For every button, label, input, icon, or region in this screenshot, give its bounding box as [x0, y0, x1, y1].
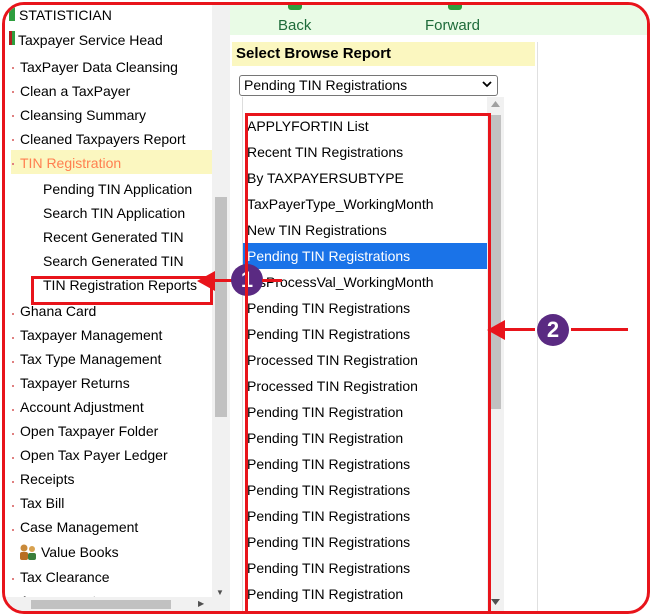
- bullet-icon: [12, 505, 14, 507]
- sidebar-item-taxpayer-service-head[interactable]: Taxpayer Service Head: [18, 32, 163, 48]
- back-arrow-icon[interactable]: [288, 5, 302, 10]
- sidebar-item-receipts[interactable]: Receipts: [20, 471, 74, 487]
- sidebar-item-taxpayer-management[interactable]: Taxpayer Management: [20, 327, 162, 343]
- bullet-icon: [12, 457, 14, 459]
- sidebar-item-recent-generated-tin[interactable]: Recent Generated TIN: [43, 229, 184, 245]
- bullet-icon: [12, 433, 14, 435]
- sidebar-item-taxpayer-data-cleansing[interactable]: TaxPayer Data Cleansing: [20, 59, 178, 75]
- bullet-icon: [12, 578, 14, 580]
- annotation-arrow-2: [503, 328, 535, 331]
- sidebar-scroll-thumb[interactable]: [215, 197, 227, 417]
- navigation-bar: Back Forward: [230, 5, 647, 35]
- sidebar-hscroll-thumb[interactable]: [31, 600, 171, 609]
- options-scroll-thumb[interactable]: [490, 115, 501, 409]
- bullet-icon: [12, 361, 14, 363]
- sidebar-item-search-generated-tin[interactable]: Search Generated TIN: [43, 253, 184, 269]
- sidebar-item-tax-clearance[interactable]: Tax Clearance: [20, 569, 110, 585]
- bullet-icon: [12, 385, 14, 387]
- bullet-icon: [12, 139, 14, 141]
- annotation-arrow-2-tail: [571, 328, 628, 331]
- sidebar-item-clean-a-taxpayer[interactable]: Clean a TaxPayer: [20, 83, 130, 99]
- scroll-up-arrow-icon[interactable]: [491, 101, 500, 107]
- sidebar-item-account-adjustment[interactable]: Account Adjustment: [20, 399, 144, 415]
- bullet-icon: [12, 313, 14, 315]
- bullet-icon: [12, 481, 14, 483]
- annotation-box-tin-reports: [31, 276, 213, 305]
- heading-text: Select Browse Report: [236, 45, 392, 62]
- sidebar-item-tax-type-management[interactable]: Tax Type Management: [20, 351, 161, 367]
- sidebar-item-statistician[interactable]: STATISTICIAN: [19, 7, 112, 23]
- screen-frame: STATISTICIAN Taxpayer Service Head TaxPa…: [2, 2, 650, 614]
- bullet-icon: [12, 529, 14, 531]
- back-button[interactable]: Back: [278, 17, 311, 34]
- report-select[interactable]: Pending TIN Registrations: [239, 75, 498, 96]
- sidebar-item-pending-tin-application[interactable]: Pending TIN Application: [43, 181, 192, 197]
- sidebar-tree: STATISTICIAN Taxpayer Service Head TaxPa…: [5, 5, 230, 611]
- sidebar-item-search-tin-application[interactable]: Search TIN Application: [43, 205, 185, 221]
- sidebar-item-value-books[interactable]: Value Books: [41, 544, 119, 560]
- folder-icon: [9, 7, 15, 21]
- bullet-icon: [12, 91, 14, 93]
- annotation-box-report-list: [245, 113, 491, 611]
- scroll-right-arrow-icon[interactable]: ▶: [198, 599, 204, 608]
- scroll-down-arrow-icon[interactable]: ▼: [216, 588, 224, 597]
- forward-button[interactable]: Forward: [425, 17, 480, 34]
- chevron-down-icon: [482, 81, 492, 88]
- sidebar-item-cleansing-summary[interactable]: Cleansing Summary: [20, 107, 146, 123]
- arrowhead-left-icon: [197, 271, 215, 291]
- scroll-down-arrow-icon[interactable]: [491, 599, 500, 605]
- select-browse-report-heading: Select Browse Report: [232, 42, 535, 66]
- sidebar-vertical-scrollbar[interactable]: [212, 5, 230, 597]
- callout-badge-2: 2: [537, 314, 569, 346]
- bullet-icon: [12, 163, 14, 165]
- bullet-icon: [12, 337, 14, 339]
- sidebar-item-case-management[interactable]: Case Management: [20, 519, 138, 535]
- sidebar-item-open-tax-payer-ledger[interactable]: Open Tax Payer Ledger: [20, 447, 168, 463]
- sidebar-item-taxpayer-returns[interactable]: Taxpayer Returns: [20, 375, 130, 391]
- sidebar-item-ghana-card[interactable]: Ghana Card: [20, 303, 96, 319]
- sidebar-item-open-taxpayer-folder[interactable]: Open Taxpayer Folder: [20, 423, 158, 439]
- people-icon: [20, 544, 36, 560]
- sidebar-item-tin-registration[interactable]: TIN Registration: [20, 155, 121, 171]
- forward-arrow-icon[interactable]: [448, 5, 462, 10]
- bullet-icon: [12, 409, 14, 411]
- sidebar-item-tax-bill[interactable]: Tax Bill: [20, 495, 64, 511]
- bullet-icon: [12, 67, 14, 69]
- bullet-icon: [12, 115, 14, 117]
- sidebar-item-cleaned-taxpayers-report[interactable]: Cleaned Taxpayers Report: [20, 131, 186, 147]
- sidebar-horizontal-scrollbar[interactable]: [5, 597, 230, 611]
- report-select-value: Pending TIN Registrations: [244, 77, 408, 93]
